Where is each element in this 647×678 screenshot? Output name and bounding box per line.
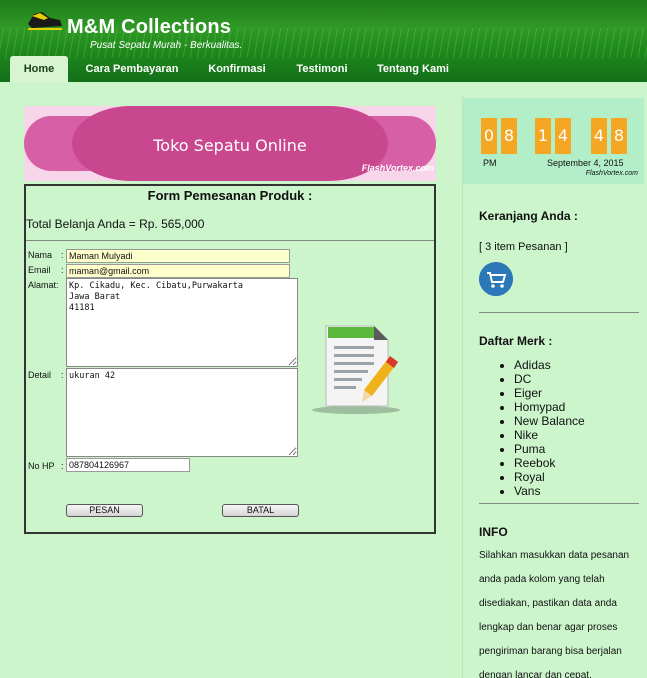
shoe-icon: [28, 12, 62, 30]
banner-credit[interactable]: FlashVortex.com: [362, 163, 434, 173]
label-nohp: No HP: [28, 461, 55, 471]
sidebar-divider: [479, 503, 639, 504]
colon-email: :: [61, 265, 64, 275]
brand-list: Adidas DC Eiger Homypad New Balance Nike…: [514, 358, 585, 498]
phone-field[interactable]: [66, 458, 190, 472]
brands-heading: Daftar Merk :: [479, 334, 553, 348]
detail-textarea[interactable]: ukuran 42: [66, 368, 298, 457]
brand-item[interactable]: New Balance: [514, 414, 585, 428]
brand-item[interactable]: Eiger: [514, 386, 585, 400]
form-divider: [26, 240, 434, 241]
clock-date: September 4, 2015: [547, 158, 624, 168]
site-title[interactable]: M&M Collections: [67, 16, 231, 39]
colon-nama: :: [61, 250, 64, 260]
clock-digit: 4: [555, 118, 571, 154]
banner: Toko Sepatu Online FlashVortex.com: [24, 106, 436, 181]
clock-digit: 1: [535, 118, 551, 154]
nav-item-testimoni[interactable]: Testimoni: [288, 56, 356, 82]
sidebar: 0 8 1 4 4 8 PM September 4, 2015 FlashVo…: [462, 96, 647, 678]
clock-digit: 0: [481, 118, 497, 154]
info-text: Silahkan masukkan data pesanan anda pada…: [479, 550, 630, 678]
site-header: M&M Collections Pusat Sepatu Murah - Ber…: [0, 0, 647, 82]
order-total: Total Belanja Anda = Rp. 565,000: [26, 217, 205, 231]
brand-item[interactable]: Homypad: [514, 400, 585, 414]
nav-item-home[interactable]: Home: [10, 56, 68, 82]
banner-text: Toko Sepatu Online: [153, 136, 307, 155]
brand-item[interactable]: Vans: [514, 484, 585, 498]
order-form: Form Pemesanan Produk : Total Belanja An…: [24, 184, 436, 534]
label-nama: Nama: [28, 250, 53, 260]
clock-digit: 4: [591, 118, 607, 154]
submit-order-button[interactable]: PESAN: [66, 504, 143, 517]
colon-detail: :: [61, 370, 64, 380]
clock-digit: 8: [501, 118, 517, 154]
nav-item-tentang-kami[interactable]: Tentang Kami: [370, 56, 456, 82]
brand-item[interactable]: Puma: [514, 442, 585, 456]
brand-item[interactable]: Adidas: [514, 358, 585, 372]
site-tagline: Pusat Sepatu Murah - Berkualitas.: [90, 40, 243, 51]
name-field[interactable]: [66, 249, 290, 263]
brand-item[interactable]: Reebok: [514, 456, 585, 470]
main-nav: Home Cara Pembayaran Konfirmasi Testimon…: [0, 56, 647, 82]
label-alamat: Alamat:: [28, 280, 59, 290]
nav-item-konfirmasi[interactable]: Konfirmasi: [200, 56, 274, 82]
colon-nohp: :: [61, 461, 64, 471]
label-detail: Detail: [28, 370, 52, 380]
address-textarea[interactable]: Kp. Cikadu, Kec. Cibatu,Purwakarta Jawa …: [66, 278, 298, 367]
shopping-cart-icon[interactable]: [479, 262, 513, 296]
brand-item[interactable]: Nike: [514, 428, 585, 442]
cart-heading: Keranjang Anda :: [479, 209, 578, 223]
nav-item-cara-pembayaran[interactable]: Cara Pembayaran: [78, 56, 186, 82]
label-email: Email: [28, 265, 51, 275]
brand-item[interactable]: DC: [514, 372, 585, 386]
cancel-order-button[interactable]: BATAL: [222, 504, 299, 517]
document-pencil-icon: [312, 325, 400, 414]
clock-digit: 8: [611, 118, 627, 154]
email-field[interactable]: [66, 264, 290, 278]
brand-item[interactable]: Royal: [514, 470, 585, 484]
sidebar-divider: [479, 312, 639, 313]
form-title: Form Pemesanan Produk :: [147, 188, 313, 203]
clock-widget: 0 8 1 4 4 8 PM September 4, 2015 FlashVo…: [463, 98, 644, 184]
clock-credit[interactable]: FlashVortex.com: [586, 170, 638, 177]
info-heading: INFO: [479, 525, 508, 539]
cart-count[interactable]: [ 3 item Pesanan ]: [479, 241, 568, 253]
clock-ampm: PM: [483, 158, 497, 168]
